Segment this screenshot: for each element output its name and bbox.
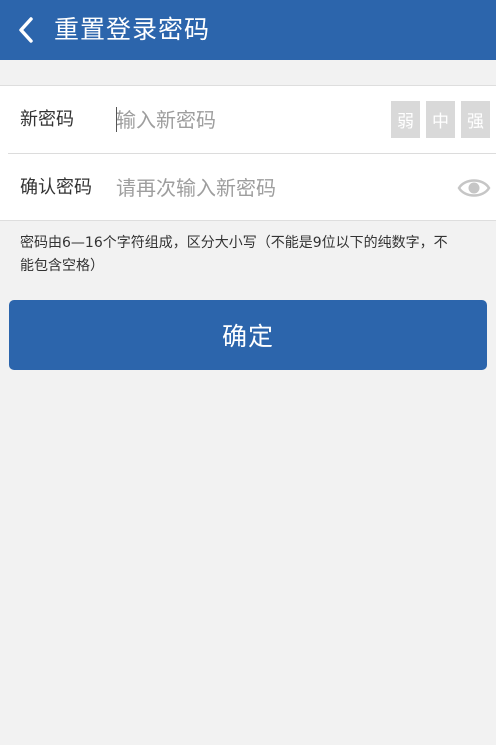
confirm-password-label: 确认密码 bbox=[20, 177, 92, 198]
chevron-left-icon bbox=[19, 17, 33, 43]
show-password-toggle[interactable] bbox=[457, 174, 491, 202]
password-strength-indicator: 弱 中 强 bbox=[391, 101, 490, 138]
strength-strong: 强 bbox=[461, 101, 490, 138]
confirm-password-input[interactable] bbox=[116, 168, 446, 208]
text-cursor bbox=[116, 107, 117, 132]
new-password-label: 新密码 bbox=[20, 109, 74, 130]
title-bar: 重置登录密码 bbox=[0, 0, 496, 60]
strength-medium: 中 bbox=[426, 101, 455, 138]
new-password-input[interactable] bbox=[116, 100, 381, 140]
password-rule-hint: 密码由6—16个字符组成，区分大小写（不能是9位以下的纯数字，不能包含空格） bbox=[20, 235, 448, 274]
confirm-button[interactable]: 确定 bbox=[9, 300, 487, 370]
confirm-password-row: 确认密码 bbox=[0, 154, 496, 221]
page-title: 重置登录密码 bbox=[54, 15, 211, 44]
new-password-row: 新密码 弱 中 强 bbox=[0, 86, 496, 153]
strength-weak: 弱 bbox=[391, 101, 420, 138]
back-button[interactable] bbox=[0, 0, 52, 60]
password-form: 新密码 弱 中 强 确认密码 bbox=[0, 85, 496, 221]
eye-icon bbox=[457, 179, 491, 197]
